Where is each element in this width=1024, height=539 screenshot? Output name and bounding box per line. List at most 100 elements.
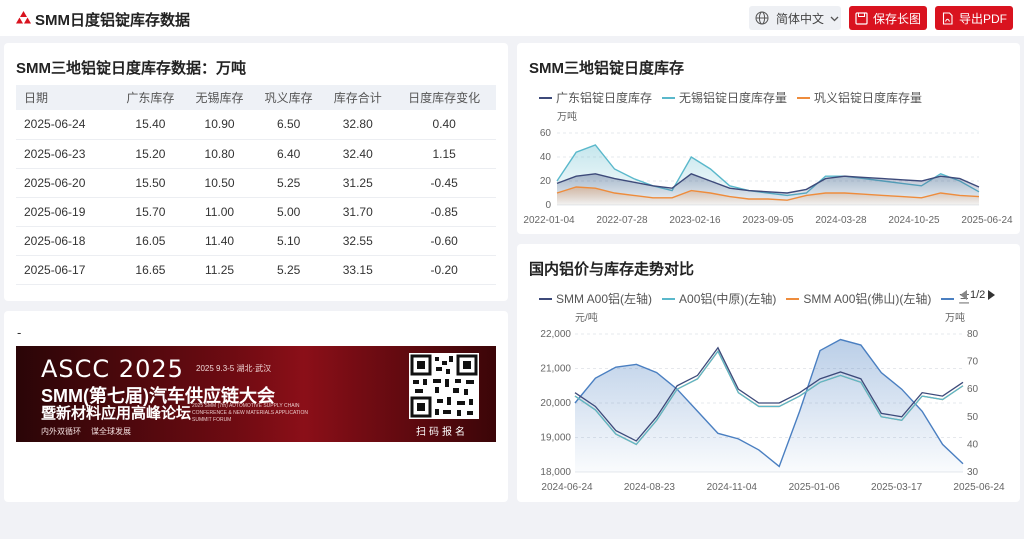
table-row: 2025-06-24 15.40 10.90 6.50 32.80 0.40: [16, 110, 496, 140]
banner-date: 2025 9.3-5 湖北·武汉: [196, 364, 272, 373]
table-cell: 5.25: [254, 255, 324, 285]
column-header: 库存合计: [323, 85, 393, 110]
table-cell: -0.60: [392, 226, 496, 256]
x-tick-label: 2024-08-23: [624, 482, 676, 493]
qr-caption: 扫码报名: [416, 427, 468, 438]
y-axis-left-unit: 元/吨: [575, 311, 598, 324]
export-pdf-button[interactable]: 导出PDF: [935, 6, 1013, 30]
banner-tag: 谋全球发展: [91, 427, 131, 436]
table-header-row: 日期 广东库存 无锡库存 巩义库存 库存合计 日度库存变化: [16, 85, 496, 110]
banner-tag: 内外双循环: [41, 427, 81, 436]
y-left-tick-label: 22,000: [540, 329, 571, 340]
smm-logo-icon: [16, 11, 31, 24]
table-row: 2025-06-18 16.05 11.40 5.10 32.55 -0.60: [16, 226, 496, 256]
table-title: SMM三地铝锭日度库存数据：万吨: [16, 60, 246, 77]
conference-banner[interactable]: ASCC 2025 2025 9.3-5 湖北·武汉 SMM(第七届)汽车供应链…: [16, 346, 496, 442]
table-cell: 6.50: [254, 110, 324, 140]
pdf-file-icon: [942, 11, 953, 25]
y-axis-right-unit: 万吨: [945, 311, 965, 324]
table-cell: 15.50: [115, 168, 185, 198]
y-tick-label: 60: [540, 128, 552, 139]
save-image-button[interactable]: 保存长图: [849, 6, 927, 30]
x-tick-label: 2024-10-25: [888, 215, 940, 226]
column-header: 日期: [16, 85, 116, 110]
table-cell: 10.90: [184, 110, 255, 140]
chevron-down-icon: [830, 16, 839, 21]
banner-placeholder-title: -: [17, 325, 22, 340]
y-left-tick-label: 21,000: [540, 364, 571, 375]
x-tick-label: 2023-02-16: [669, 215, 721, 226]
export-pdf-label: 导出PDF: [958, 11, 1007, 26]
table-cell: 11.25: [184, 255, 255, 285]
table-cell: 5.00: [254, 197, 324, 227]
qr-code-icon: [409, 353, 479, 419]
inventory-table-panel: SMM三地铝锭日度库存数据：万吨 日期 广东库存 无锡库存 巩义库存 库存合计 …: [4, 43, 508, 301]
top-bar: SMM日度铝锭库存数据 简体中文 保存长图 导出PDF: [0, 0, 1024, 36]
table-cell: 6.40: [254, 139, 324, 169]
x-tick-label: 2024-06-24: [541, 482, 593, 493]
banner-subheadline: 暨新材料应用高峰论坛: [41, 405, 192, 422]
price-chart-panel: 国内铝价与库存走势对比 SMM A00铝(左轴) A00铝(中原)(左轴) SM…: [517, 244, 1020, 502]
table-cell: 10.50: [184, 168, 255, 198]
banner-english-text: 2025 SMM (7th) AUTOMOTIVE SUPPLY CHAIN C…: [192, 403, 308, 423]
table-cell: 31.70: [323, 197, 393, 227]
table-cell: 32.55: [323, 226, 393, 256]
table-cell: 10.80: [184, 139, 255, 169]
save-icon: [855, 11, 868, 25]
ad-banner-panel: - ASCC 2025 2025 9.3-5 湖北·武汉 SMM(第七届)汽车供…: [4, 311, 508, 502]
table-cell: 32.80: [323, 110, 393, 140]
table-cell: -0.45: [392, 168, 496, 198]
table-cell: 11.40: [184, 226, 255, 256]
x-tick-label: 2025-06-24: [953, 482, 1005, 493]
x-tick-label: 2025-06-24: [961, 215, 1013, 226]
language-select[interactable]: 简体中文: [749, 6, 841, 30]
y-right-tick-label: 30: [967, 467, 979, 478]
column-header: 巩义库存: [254, 85, 324, 110]
table-cell: 33.15: [323, 255, 393, 285]
table-cell: 2025-06-20: [16, 168, 116, 198]
inventory-area: [575, 339, 963, 472]
column-header: 广东库存: [115, 85, 185, 110]
table-cell: 5.10: [254, 226, 324, 256]
table-cell: 32.40: [323, 139, 393, 169]
table-cell: 1.15: [392, 139, 496, 169]
table-cell: 5.25: [254, 168, 324, 198]
y-tick-label: 0: [545, 200, 551, 211]
y-left-tick-label: 19,000: [540, 433, 571, 444]
table-cell: 2025-06-18: [16, 226, 116, 256]
language-label: 简体中文: [776, 11, 825, 26]
table-cell: 31.25: [323, 168, 393, 198]
table-cell: 2025-06-17: [16, 255, 116, 285]
y-right-tick-label: 60: [967, 384, 979, 395]
price-chart: 元/吨 万吨 22,000 21,000 20,000 19,000 18,000 80 70 6…: [540, 311, 1005, 493]
table-cell: 11.00: [184, 197, 255, 227]
table-cell: 15.70: [115, 197, 185, 227]
table-cell: -0.20: [392, 255, 496, 285]
y-left-tick-label: 20,000: [540, 398, 571, 409]
column-header: 无锡库存: [184, 85, 255, 110]
table-row: 2025-06-19 15.70 11.00 5.00 31.70 -0.85: [16, 197, 496, 227]
x-tick-label: 2022-07-28: [596, 215, 648, 226]
table-cell: 2025-06-19: [16, 197, 116, 227]
y-right-tick-label: 50: [967, 412, 979, 423]
app-title: SMM日度铝锭库存数据: [35, 12, 190, 29]
y-tick-label: 40: [540, 152, 552, 163]
column-header: 日度库存变化: [392, 85, 496, 110]
inventory-table: 日期 广东库存 无锡库存 巩义库存 库存合计 日度库存变化 2025-06-24…: [16, 85, 496, 285]
x-tick-label: 2025-03-17: [871, 482, 923, 493]
x-tick-label: 2024-11-04: [707, 482, 758, 493]
y-tick-label: 20: [540, 176, 552, 187]
table-cell: 15.20: [115, 139, 185, 169]
y-right-tick-label: 40: [967, 439, 979, 450]
globe-icon: [755, 11, 769, 25]
save-image-label: 保存长图: [872, 11, 921, 26]
table-cell: 16.05: [115, 226, 185, 256]
x-tick-label: 2022-01-04: [523, 215, 575, 226]
inventory-chart-panel: SMM三地铝锭日度库存 广东铝锭日度库存 无锡铝锭日度库存量 巩义铝锭日度库存量…: [517, 43, 1020, 234]
table-cell: -0.85: [392, 197, 496, 227]
table-cell: 16.65: [115, 255, 185, 285]
y-right-tick-label: 80: [967, 329, 979, 340]
table-row: 2025-06-23 15.20 10.80 6.40 32.40 1.15: [16, 139, 496, 169]
table-cell: 15.40: [115, 110, 185, 140]
table-cell: 0.40: [392, 110, 496, 140]
